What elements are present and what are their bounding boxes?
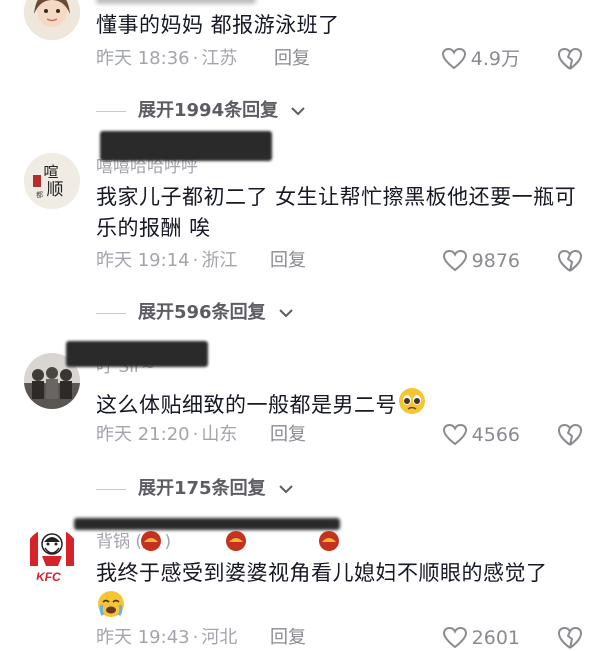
dislike-button[interactable]: [556, 625, 584, 651]
svg-text:喧: 喧: [43, 163, 58, 181]
divider-line: [96, 110, 126, 112]
comment-time: 昨天 21:20: [96, 424, 190, 445]
divider-line: [96, 488, 126, 490]
username-redaction: [100, 131, 272, 161]
like-count: 2601: [471, 627, 520, 649]
comment-location: 浙江: [201, 250, 238, 271]
meta-separator: ·: [192, 48, 199, 69]
username-redaction: [66, 341, 208, 367]
reply-button[interactable]: 回复: [270, 423, 306, 447]
comment-location: 山东: [201, 424, 238, 445]
heart-icon: [441, 47, 466, 70]
avatar-calligraphy-icon: 喧 顺 都: [24, 153, 80, 209]
avatar[interactable]: KFC: [24, 528, 80, 584]
dislike-button[interactable]: [556, 46, 584, 72]
svg-text:都: 都: [36, 191, 43, 199]
chevron-down-icon: [278, 485, 293, 494]
reply-button[interactable]: 回复: [270, 249, 306, 273]
expand-replies-button[interactable]: 展开175条回复: [96, 476, 294, 502]
comment-text: 我终于感受到婆婆视角看儿媳妇不顺眼的感觉了: [96, 558, 576, 624]
like-button[interactable]: 2601: [442, 625, 520, 651]
emoji-sticker-icon: [141, 531, 161, 551]
comment-4: KFC 背锅 (加 ) 我终于感受到婆婆视角看儿媳妇不顺眼的感觉了 昨天 19:…: [0, 518, 608, 649]
comment-location: 江苏: [201, 48, 238, 69]
comment-meta: 昨天 18:36 · 江苏: [96, 47, 237, 71]
comment-1: 懂事的妈妈 都报游泳班了 昨天 18:36 · 江苏 回复 4.9万: [0, 0, 608, 90]
broken-heart-icon: [558, 250, 582, 272]
avatar[interactable]: [24, 0, 80, 40]
broken-heart-icon: [558, 424, 582, 446]
heart-icon: [442, 249, 467, 272]
expand-replies-label: 展开175条回复: [138, 478, 266, 499]
comment-meta: 昨天 19:14 · 浙江: [96, 249, 237, 273]
username-redaction: [74, 518, 340, 530]
meta-separator: ·: [192, 627, 199, 648]
chevron-down-icon: [278, 309, 293, 318]
comment-location: 河北: [201, 627, 238, 648]
emoji-sticker-icon: [226, 531, 246, 551]
kfc-label: KFC: [36, 570, 61, 584]
reply-button[interactable]: 回复: [270, 626, 306, 650]
like-button[interactable]: 4.9万: [441, 46, 520, 72]
pleading-face-icon: [399, 388, 425, 414]
expand-replies-button[interactable]: 展开1994条回复: [96, 98, 306, 124]
comment-2: 喧 顺 都 嘻嘻哈哈呼呼 我家儿子都初二了 女生让帮忙擦黑板他还要一瓶可乐的报酬…: [0, 131, 608, 295]
heart-icon: [442, 626, 467, 649]
avatar[interactable]: 喧 顺 都: [24, 153, 80, 209]
heart-icon: [442, 423, 467, 446]
chevron-down-icon: [291, 107, 305, 116]
emoji-sticker-icon: [319, 531, 339, 551]
meta-separator: ·: [192, 250, 199, 271]
comment-text: 我家儿子都初二了 女生让帮忙擦黑板他还要一瓶可乐的报酬 唉: [96, 185, 577, 240]
comment-time: 昨天 19:43: [96, 627, 190, 648]
broken-heart-icon: [558, 627, 582, 649]
avatar-photo-icon: [24, 0, 80, 40]
like-button[interactable]: 4566: [442, 422, 520, 448]
dislike-button[interactable]: [556, 248, 584, 274]
expand-replies-label: 展开596条回复: [138, 302, 266, 323]
comment-meta: 昨天 19:43 · 河北: [96, 626, 237, 650]
crying-face-icon: [98, 591, 124, 617]
like-count: 4566: [471, 424, 520, 446]
expand-replies-button[interactable]: 展开596条回复: [96, 300, 294, 326]
comment-text: 懂事的妈妈 都报游泳班了: [96, 13, 340, 37]
comment-text: 这么体贴细致的一般都是男二号: [96, 386, 596, 421]
expand-replies-label: 展开1994条回复: [138, 100, 279, 121]
like-count: 9876: [471, 250, 520, 272]
divider-line: [96, 312, 126, 314]
like-count: 4.9万: [470, 48, 520, 70]
comment-text-content: 这么体贴细致的一般都是男二号: [96, 393, 397, 417]
comment-text-content: 我终于感受到婆婆视角看儿媳妇不顺眼的感觉了: [96, 561, 548, 585]
username-redaction: [96, 0, 256, 4]
dislike-button[interactable]: [556, 422, 584, 448]
comment-time: 昨天 18:36: [96, 48, 190, 69]
broken-heart-icon: [558, 48, 582, 70]
svg-text:顺: 顺: [47, 180, 64, 200]
comment-meta: 昨天 21:20 · 山东: [96, 423, 237, 447]
comment-time: 昨天 19:14: [96, 250, 190, 271]
comment-3: 叮 Sir~ 这么体贴细致的一般都是男二号 昨天 21:20 · 山东 回复 456…: [0, 341, 608, 460]
reply-button[interactable]: 回复: [274, 47, 310, 71]
like-button[interactable]: 9876: [442, 248, 520, 274]
meta-separator: ·: [192, 424, 199, 445]
